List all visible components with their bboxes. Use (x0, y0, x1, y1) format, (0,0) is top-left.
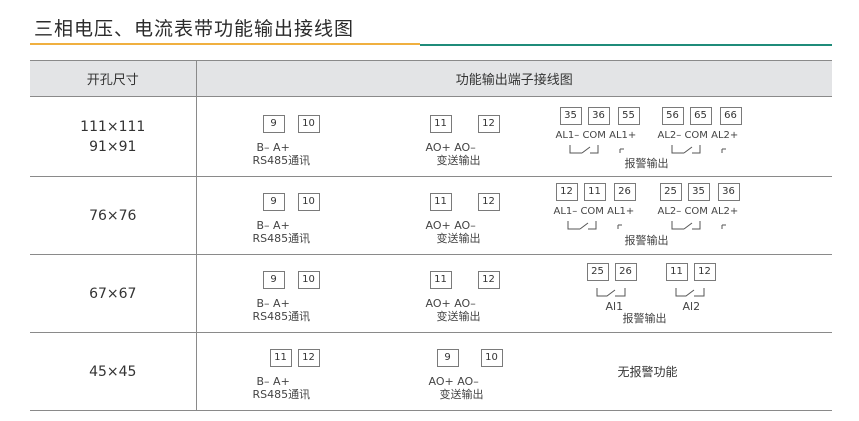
rs485-caption: RS485通讯 (252, 154, 311, 167)
relay-contact-symbol (568, 143, 638, 157)
page-title: 三相电压、电流表带功能输出接线图 (34, 18, 355, 40)
size-cell: 111×111 91×91 (30, 96, 197, 177)
terminal-box: 66 (719, 107, 742, 125)
title-divider-line (420, 44, 832, 46)
rs485-pin-labels: B– A+ (256, 219, 290, 232)
wiring-cell: 9 10 B– A+ RS485通讯 11 12 AO+ AO– 变送输出 35… (196, 96, 832, 177)
ao-caption: 变送输出 (436, 154, 481, 167)
wiring-cell: 9 10 B– A+ RS485通讯 11 12 AO+ AO– 变送输出 12… (196, 176, 832, 255)
terminal-box: 26 (613, 183, 636, 201)
alarm-caption: 报警输出 (622, 312, 667, 325)
alarm-caption: 报警输出 (624, 234, 669, 247)
terminal-box: 26 (614, 263, 637, 281)
rs485-pin-labels: B– A+ (256, 141, 290, 154)
terminal-box: 9 (262, 115, 285, 133)
alarm-caption: 报警输出 (624, 157, 669, 170)
terminal-box: 9 (436, 349, 459, 367)
terminal-box: 55 (617, 107, 640, 125)
size-line: 45×45 (89, 363, 137, 380)
terminal-box: 11 (583, 183, 606, 201)
terminal-box: 25 (586, 263, 609, 281)
ao-caption: 变送输出 (436, 232, 481, 245)
terminal-box: 11 (269, 349, 292, 367)
table-row: 76×76 9 10 B– A+ RS485通讯 11 12 AO+ AO– 变… (30, 176, 832, 255)
relay-contact-symbol (566, 219, 636, 233)
table-row: 111×111 91×91 9 10 B– A+ RS485通讯 11 12 A… (30, 96, 832, 177)
alarm1-pin-labels: AL1– COM AL1+ (555, 130, 637, 141)
rs485-caption: RS485通讯 (252, 388, 311, 401)
terminal-box: 10 (480, 349, 503, 367)
header-terminal-wiring: 功能输出端子接线图 (196, 60, 832, 97)
terminal-box: 10 (297, 271, 320, 289)
terminal-box: 25 (659, 183, 682, 201)
rs485-pin-labels: B– A+ (256, 375, 290, 388)
title-accent-line (30, 43, 420, 45)
ao-caption: 变送输出 (439, 388, 484, 401)
wiring-cell: 9 10 B– A+ RS485通讯 11 12 AO+ AO– 变送输出 25… (196, 254, 832, 333)
size-line: 111×111 (80, 118, 146, 135)
ao-caption: 变送输出 (436, 310, 481, 323)
terminal-box: 35 (687, 183, 710, 201)
rs485-caption: RS485通讯 (252, 232, 311, 245)
table-header-row: 开孔尺寸 功能输出端子接线图 (30, 60, 832, 97)
terminal-box: 11 (429, 193, 452, 211)
ao-pin-labels: AO+ AO– (425, 297, 476, 310)
rs485-caption: RS485通讯 (252, 310, 311, 323)
terminal-box: 12 (477, 115, 500, 133)
no-alarm-text: 无报警功能 (617, 365, 678, 379)
terminal-box: 56 (661, 107, 684, 125)
terminal-box: 10 (297, 193, 320, 211)
ao-pin-labels: AO+ AO– (425, 141, 476, 154)
alarm1-label: Al1 (605, 300, 624, 313)
size-line: 76×76 (89, 207, 137, 224)
alarm2-pin-labels: AL2– COM AL2+ (657, 206, 739, 217)
rs485-pin-labels: B– A+ (256, 297, 290, 310)
size-cell: 76×76 (30, 176, 197, 255)
header-cutout-size: 开孔尺寸 (30, 60, 197, 97)
terminal-box: 11 (429, 115, 452, 133)
terminal-box: 36 (717, 183, 740, 201)
size-line: 67×67 (89, 285, 137, 302)
table-row: 67×67 9 10 B– A+ RS485通讯 11 12 AO+ AO– 变… (30, 254, 832, 333)
terminal-box: 12 (297, 349, 320, 367)
size-line: 91×91 (89, 138, 137, 155)
alarm2-pin-labels: AL2– COM AL2+ (657, 130, 739, 141)
relay-contact-symbol (670, 219, 740, 233)
terminal-box: 11 (429, 271, 452, 289)
terminal-box: 65 (689, 107, 712, 125)
terminal-box: 12 (477, 271, 500, 289)
wiring-table: 开孔尺寸 功能输出端子接线图 111×111 91×91 9 10 B– A+ … (30, 60, 832, 411)
relay-contact-symbol (670, 143, 740, 157)
relay-contact-symbol (595, 286, 629, 300)
size-cell: 67×67 (30, 254, 197, 333)
terminal-box: 11 (665, 263, 688, 281)
ao-pin-labels: AO+ AO– (425, 219, 476, 232)
terminal-box: 35 (559, 107, 582, 125)
terminal-box: 12 (693, 263, 716, 281)
terminal-box: 12 (555, 183, 578, 201)
terminal-box: 12 (477, 193, 500, 211)
relay-contact-symbol (674, 286, 708, 300)
terminal-box: 10 (297, 115, 320, 133)
terminal-box: 9 (262, 193, 285, 211)
ao-pin-labels: AO+ AO– (428, 375, 479, 388)
size-cell: 45×45 (30, 332, 197, 411)
alarm1-pin-labels: AL1– COM AL1+ (553, 206, 635, 217)
wiring-cell: 11 12 B– A+ RS485通讯 9 10 AO+ AO– 变送输出 无报… (196, 332, 832, 411)
alarm2-label: Al2 (682, 300, 701, 313)
table-row: 45×45 11 12 B– A+ RS485通讯 9 10 AO+ AO– 变… (30, 332, 832, 411)
terminal-box: 36 (587, 107, 610, 125)
terminal-box: 9 (262, 271, 285, 289)
